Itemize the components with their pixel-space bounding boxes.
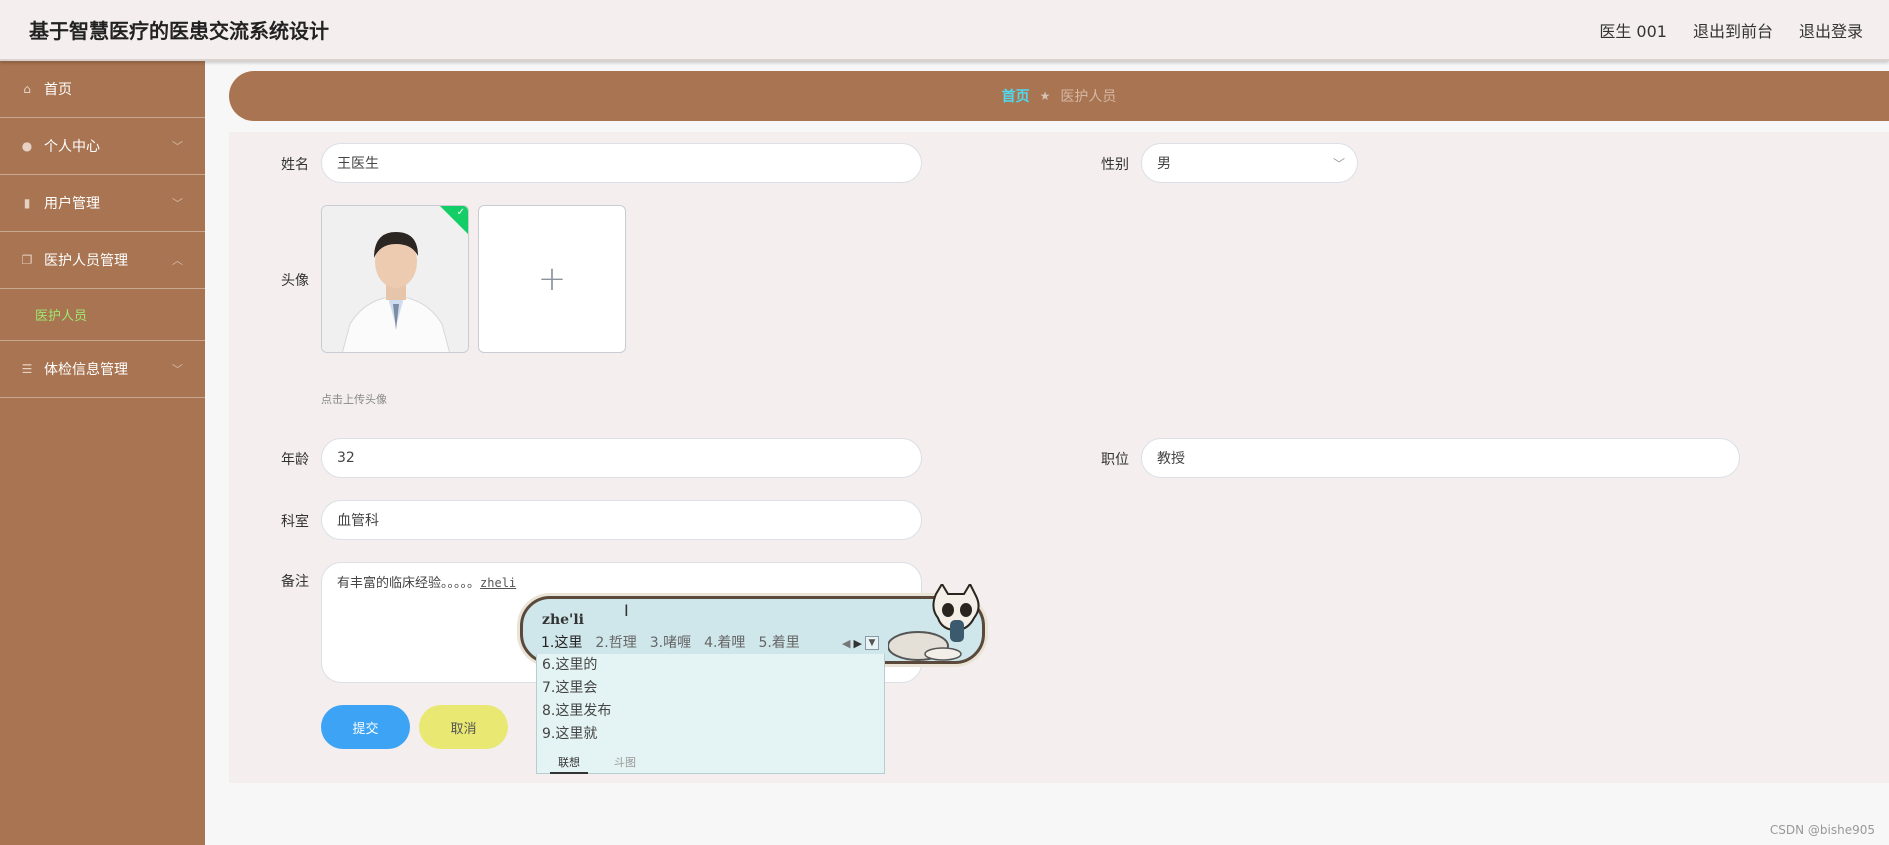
age-input[interactable]: 32 <box>321 438 922 478</box>
ime-tab-meme[interactable]: 斗图 <box>614 754 636 770</box>
ime-candidate-8[interactable]: 8.这里发布 <box>542 700 611 720</box>
ime-tab-association[interactable]: 联想 <box>550 754 588 774</box>
watermark: CSDN @bishe905 <box>1769 823 1875 837</box>
check-icon: ✓ <box>456 207 465 218</box>
clipboard-icon: ▮ <box>23 196 31 210</box>
ime-candidate-4[interactable]: 4.着哩 <box>704 632 745 652</box>
star-separator-icon: ★ <box>1039 89 1051 103</box>
remark-label: 备注 <box>281 574 309 590</box>
sidebar-item-label: 首页 <box>44 82 72 98</box>
position-input[interactable]: 教授 <box>1141 438 1740 478</box>
ime-candidate-9[interactable]: 9.这里就 <box>542 723 597 743</box>
sidebar-subitem-staff[interactable]: 医护人员 <box>0 289 205 341</box>
sidebar-item-home[interactable]: ⌂ 首页 <box>0 61 205 118</box>
sidebar-item-label: 用户管理 <box>44 196 100 212</box>
plus-icon: + <box>537 259 567 299</box>
submit-button[interactable]: 提交 <box>321 705 410 749</box>
sidebar-item-label: 体检信息管理 <box>44 362 128 378</box>
expand-down-icon[interactable]: ▼ <box>864 636 879 650</box>
ime-page-nav: ◀ ▶ ▼ <box>842 636 879 650</box>
sidebar-item-user-management[interactable]: ▮ 用户管理 ﹀ <box>0 175 205 232</box>
sidebar-item-checkup-management[interactable]: ☰ 体检信息管理 ﹀ <box>0 341 205 398</box>
avatar-upload-button[interactable]: + <box>478 205 626 353</box>
sidebar-item-personal-center[interactable]: ● 个人中心 ﹀ <box>0 118 205 175</box>
ime-candidate-2[interactable]: 2.哲理 <box>595 632 636 652</box>
ime-tabs: 联想 斗图 <box>536 752 885 774</box>
gender-label: 性别 <box>1101 157 1129 173</box>
sidebar-item-label: 个人中心 <box>44 139 100 155</box>
chevron-down-icon: ﹀ <box>1332 157 1345 171</box>
chevron-down-icon: ﹀ <box>172 140 183 153</box>
name-label: 姓名 <box>281 157 309 173</box>
ime-candidate-7[interactable]: 7.这里会 <box>542 677 597 697</box>
ime-composition-text: zheli <box>480 576 517 590</box>
chevron-down-icon: ﹀ <box>172 363 183 376</box>
ime-mascot-icon <box>888 584 980 661</box>
logout-link[interactable]: 退出登录 <box>1799 18 1863 42</box>
gender-select-value: 男 <box>1157 156 1171 172</box>
ime-candidate-5[interactable]: 5.着里 <box>758 632 799 652</box>
gender-select[interactable]: 男 ﹀ <box>1141 143 1358 183</box>
name-input[interactable]: 王医生 <box>321 143 922 183</box>
app-title: 基于智慧医疗的医患交流系统设计 <box>29 19 329 43</box>
breadcrumb: 首页 ★ 医护人员 <box>229 71 1889 121</box>
position-label: 职位 <box>1101 452 1129 468</box>
avatar-preview[interactable]: ✓ <box>321 205 469 353</box>
copy-icon: ❐ <box>21 253 33 267</box>
avatar-label: 头像 <box>281 273 309 289</box>
sidebar-item-staff-management[interactable]: ❐ 医护人员管理 ︿ <box>0 232 205 289</box>
sidebar-subitem-label: 医护人员 <box>35 309 88 324</box>
breadcrumb-current: 医护人员 <box>1060 89 1117 105</box>
chevron-down-icon: ﹀ <box>172 197 183 210</box>
next-page-icon[interactable]: ▶ <box>853 637 861 650</box>
home-icon: ⌂ <box>23 82 31 96</box>
avatar-upload-hint: 点击上传头像 <box>321 393 387 406</box>
prev-page-icon[interactable]: ◀ <box>842 637 850 650</box>
age-label: 年龄 <box>281 452 309 468</box>
ime-candidate-3[interactable]: 3.啫喱 <box>650 632 691 652</box>
ime-candidate-1[interactable]: 1.这里 <box>541 632 582 652</box>
back-to-front-link[interactable]: 退出到前台 <box>1693 18 1773 42</box>
department-input[interactable]: 血管科 <box>321 500 922 540</box>
breadcrumb-home-link[interactable]: 首页 <box>1002 86 1030 106</box>
sidebar: ⌂ 首页 ● 个人中心 ﹀ ▮ 用户管理 ﹀ ❐ 医护人员管理 ︿ 医护人员 ☰… <box>0 61 205 845</box>
ime-pinyin-text: zhe'li <box>542 612 584 628</box>
chevron-up-icon: ︿ <box>172 254 183 267</box>
department-label: 科室 <box>281 514 309 530</box>
list-icon: ☰ <box>21 362 33 376</box>
top-header: 基于智慧医疗的医患交流系统设计 医生 001 退出到前台 退出登录 <box>0 0 1889 61</box>
text-cursor-icon: I <box>624 601 629 620</box>
ime-candidate-row: 1.这里 2.哲理 3.啫喱 4.着哩 5.着里 <box>541 632 800 652</box>
cancel-button[interactable]: 取消 <box>419 705 508 749</box>
remark-text: 有丰富的临床经验。。。。。 <box>337 576 481 591</box>
ime-candidate-6[interactable]: 6.这里的 <box>542 654 597 674</box>
header-nav: 医生 001 退出到前台 退出登录 <box>1599 18 1863 42</box>
current-user-label[interactable]: 医生 001 <box>1599 18 1667 42</box>
user-icon: ● <box>21 139 33 153</box>
sidebar-item-label: 医护人员管理 <box>44 253 128 269</box>
